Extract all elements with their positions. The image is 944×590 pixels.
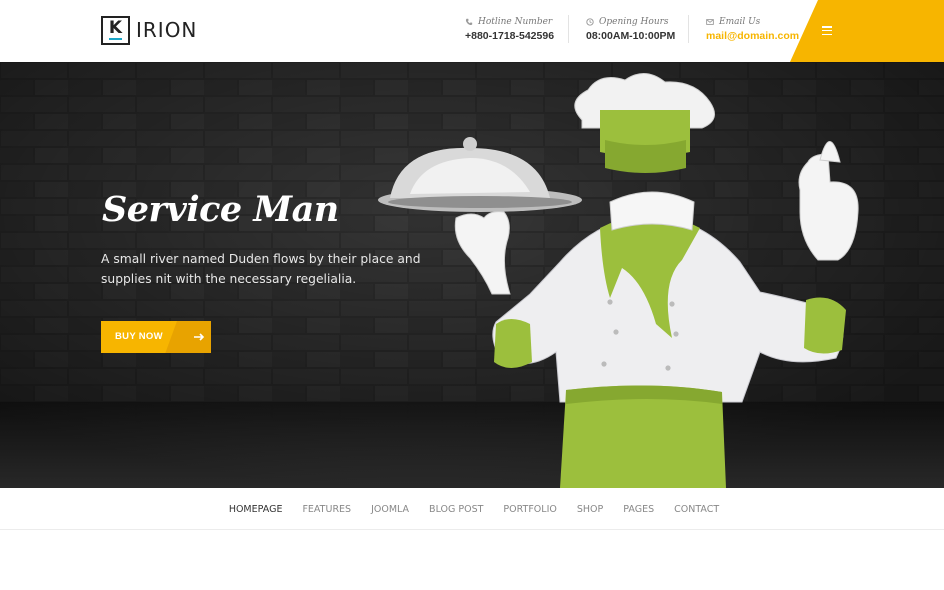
nav-item-blog-post[interactable]: BLOG POST: [419, 504, 493, 515]
logo-underline: [109, 37, 122, 40]
main-navigation: HOMEPAGE FEATURES JOOMLA BLOG POST PORTF…: [0, 488, 944, 530]
phone-icon: [465, 18, 473, 26]
clock-icon: [586, 18, 594, 26]
hours-label: Opening Hours: [599, 17, 669, 27]
hours-value: 08:00AM-10:00PM: [586, 30, 676, 42]
hero-title: Service Man: [102, 189, 339, 230]
nav-item-homepage[interactable]: HOMEPAGE: [219, 504, 293, 515]
nav-item-pages[interactable]: PAGES: [613, 504, 664, 515]
nav-item-shop[interactable]: SHOP: [567, 504, 613, 515]
nav-item-features[interactable]: FEATURES: [292, 504, 361, 515]
logo-letter: K: [108, 18, 123, 38]
mail-icon: [706, 19, 714, 25]
email-label: Email Us: [719, 17, 761, 27]
contact-hours: Opening Hours 08:00AM-10:00PM: [586, 17, 675, 45]
hamburger-menu-icon[interactable]: [822, 26, 832, 36]
nav-item-portfolio[interactable]: PORTFOLIO: [493, 504, 566, 515]
logo-name: IRION: [136, 18, 198, 42]
chef-illustration: [378, 73, 859, 488]
arrow-right-icon: [194, 333, 205, 341]
nav-item-contact[interactable]: CONTACT: [664, 504, 729, 515]
hotline-label: Hotline Number: [478, 17, 553, 27]
nav-item-joomla[interactable]: JOOMLA: [361, 504, 419, 515]
hotline-value[interactable]: +880-1718-542596: [465, 30, 554, 42]
menu-toggle-panel[interactable]: [790, 0, 944, 62]
hero-description: A small river named Duden flows by their…: [101, 252, 421, 286]
buy-now-label: BUY NOW: [115, 331, 163, 342]
site-logo[interactable]: K IRION: [101, 15, 197, 45]
header-divider: [568, 15, 569, 43]
header-divider: [688, 15, 689, 43]
logo-mark: K: [101, 15, 130, 45]
email-link[interactable]: mail@domain.com: [706, 30, 799, 42]
contact-hotline: Hotline Number +880-1718-542596: [465, 17, 554, 45]
contact-email: Email Us mail@domain.com: [706, 17, 799, 45]
buy-now-button[interactable]: BUY NOW: [101, 321, 211, 353]
site-header: K IRION Hotline Number +880-1718-542596 …: [0, 0, 944, 62]
hero-slider: Service Man A small river named Duden fl…: [0, 62, 944, 488]
